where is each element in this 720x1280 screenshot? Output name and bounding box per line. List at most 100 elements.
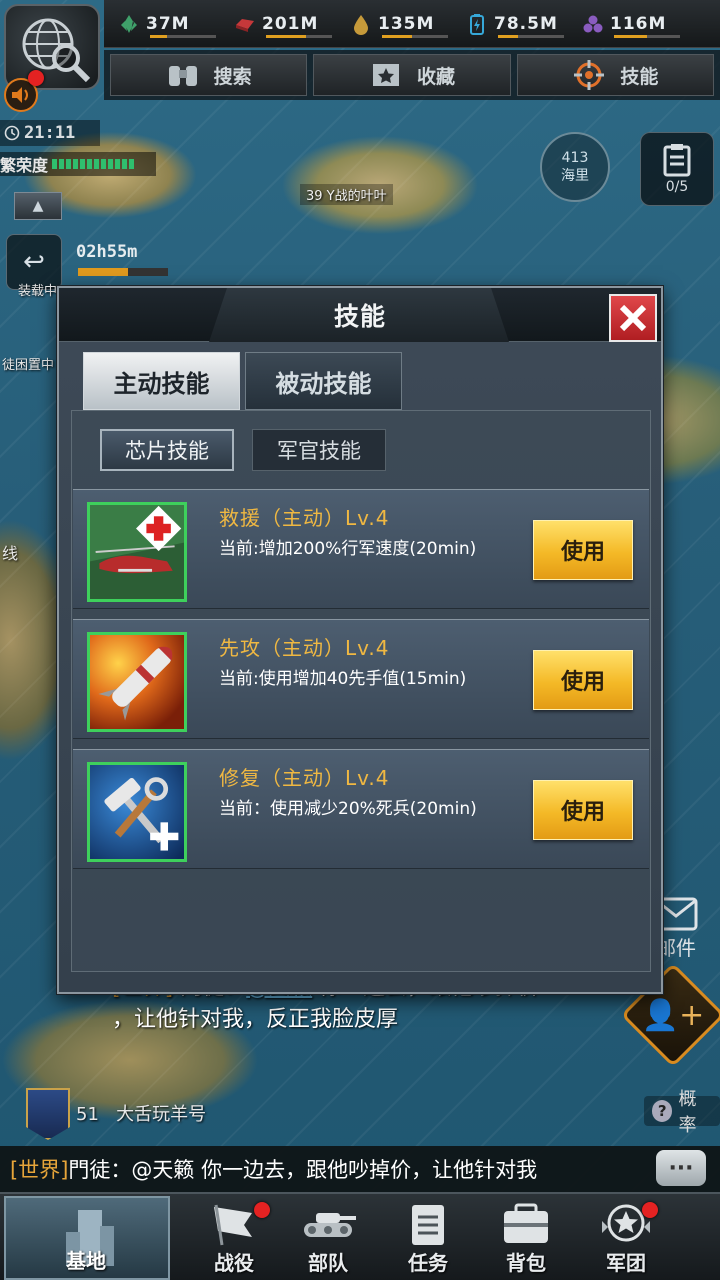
- notification-dot: [28, 70, 44, 86]
- distance-indicator[interactable]: 413 海里: [540, 132, 610, 202]
- oil-drop-icon: [354, 14, 368, 35]
- skill-description: 当前：使用减少20%死兵(20min): [219, 799, 477, 819]
- base-name: 大舌玩羊号: [116, 1104, 207, 1125]
- nav-tasks-label: 任务: [408, 1251, 448, 1275]
- favorite-button[interactable]: 收藏: [313, 54, 511, 96]
- distance-unit: 海里: [561, 168, 589, 184]
- nav-bag-label: 背包: [506, 1251, 546, 1275]
- notification-dot: [254, 1202, 270, 1218]
- resource-crystal[interactable]: 37M: [118, 4, 224, 44]
- crystal-icon: [121, 14, 137, 33]
- resource-value: 135M: [378, 13, 435, 34]
- resource-value: 201M: [262, 13, 319, 34]
- skill-name: 救援（主动）Lv.4: [219, 506, 390, 530]
- resource-fill-bar: [614, 34, 680, 38]
- nav-legion-label: 军团: [606, 1251, 646, 1275]
- skill-row-first-strike: 先攻（主动）Lv.4 当前:使用增加40先手值(15min) 使用: [73, 619, 649, 739]
- task-count: 0/5: [665, 179, 689, 195]
- chat-strip-text: 門徒：@天籁 你一边去，跟他吵掉价，让他针对我: [68, 1158, 538, 1182]
- clipboard-icon: [663, 144, 691, 177]
- resource-fill-bar: [498, 34, 564, 38]
- resource-metal[interactable]: 201M: [234, 4, 340, 44]
- tab-active-skills[interactable]: 主动技能: [83, 352, 240, 410]
- missile-icon: [87, 632, 187, 732]
- rare-element-icon: [583, 15, 603, 32]
- binoculars-icon: [168, 66, 197, 86]
- favorite-label: 收藏: [416, 65, 455, 88]
- question-icon: ?: [652, 1100, 673, 1122]
- subtab-officer-skills[interactable]: 军官技能: [252, 429, 386, 471]
- timer-text: 02h55m: [76, 242, 138, 262]
- nav-battle[interactable]: 战役: [184, 1196, 284, 1280]
- repair-tools-icon: [87, 762, 187, 862]
- clock-icon: [4, 125, 20, 141]
- resource-fill-bar: [382, 34, 448, 38]
- skill-label: 技能: [620, 65, 659, 88]
- resource-value: 78.5M: [494, 13, 558, 34]
- line-tag: 线: [2, 544, 19, 563]
- distance-value: 413: [561, 150, 589, 166]
- resource-rare[interactable]: 116M: [582, 4, 688, 44]
- skill-name: 修复（主动）Lv.4: [219, 766, 390, 790]
- chat-text-line2: ，让他针对我，反正我脸皮厚: [112, 1007, 399, 1032]
- use-skill-button[interactable]: 使用: [533, 520, 633, 580]
- skill-row-repair: 修复（主动）Lv.4 当前：使用减少20%死兵(20min) 使用: [73, 749, 649, 869]
- skill-dialog: 技能 主动技能 被动技能 芯片技能 军官技能 救援（主动）Lv.4 当前:增加2…: [57, 286, 663, 994]
- use-skill-button[interactable]: 使用: [533, 650, 633, 710]
- resource-fill-bar: [150, 34, 216, 38]
- base-name-label[interactable]: 51 大舌玩羊号: [76, 1100, 206, 1126]
- collapse-up-button[interactable]: ▲: [14, 192, 62, 220]
- tank-icon: [304, 1213, 356, 1237]
- clock-time: 21:11: [24, 123, 76, 143]
- close-icon: [619, 304, 647, 332]
- skill-description: 当前:增加200%行军速度(20min): [219, 539, 477, 559]
- top-action-bar: 搜索 收藏 技能: [104, 50, 720, 100]
- chat-strip[interactable]: [世界] 門徒：@天籁 你一边去，跟他吵掉价，让他针对我: [0, 1146, 720, 1192]
- island-label[interactable]: 39 Y战的叶叶: [300, 184, 393, 205]
- use-skill-button[interactable]: 使用: [533, 780, 633, 840]
- supply-tag: 装载中: [18, 284, 58, 299]
- resource-oil[interactable]: 135M: [350, 4, 456, 44]
- bookmark-star-icon: [372, 64, 399, 86]
- nav-troops-label: 部队: [308, 1251, 348, 1275]
- dialog-title: 技能: [333, 302, 386, 331]
- nav-base[interactable]: 基地: [4, 1196, 170, 1280]
- resource-value: 37M: [146, 13, 190, 34]
- task-list-button[interactable]: 0/5: [640, 132, 714, 206]
- probability-button[interactable]: ? 概率: [644, 1089, 720, 1136]
- search-button[interactable]: 搜索: [110, 54, 308, 96]
- nav-base-label: 基地: [66, 1249, 106, 1273]
- skill-description: 当前:使用增加40先手值(15min): [219, 669, 467, 689]
- skill-button[interactable]: 技能: [516, 54, 714, 96]
- skill-row-rescue: 救援（主动）Lv.4 当前:增加200%行军速度(20min) 使用: [73, 489, 649, 609]
- chat-open-button[interactable]: ···: [656, 1150, 706, 1186]
- resource-bar: 37M 201M 135M 78.5M 116M: [104, 0, 720, 48]
- nav-bag[interactable]: 背包: [476, 1196, 576, 1280]
- resource-value: 116M: [610, 13, 667, 34]
- notification-dot: [642, 1202, 658, 1218]
- sleep-tag: 徒困置中: [2, 358, 55, 373]
- task-clipboard-icon: [412, 1205, 444, 1245]
- battery-icon: [470, 13, 484, 35]
- nav-battle-label: 战役: [214, 1251, 254, 1275]
- nav-troops[interactable]: 部队: [278, 1196, 378, 1280]
- chat-bubble-icon: ···: [668, 1155, 694, 1181]
- nav-tasks[interactable]: 任务: [378, 1196, 478, 1280]
- rescue-helicopter-icon: [87, 502, 187, 602]
- game-clock: 21:11: [0, 120, 100, 146]
- crosshair-icon: [574, 60, 605, 90]
- skill-list-panel: 芯片技能 军官技能 救援（主动）Lv.4 当前:增加200%行军速度(20min…: [71, 410, 651, 972]
- backpack-icon: [504, 1203, 548, 1243]
- resource-energy[interactable]: 78.5M: [466, 4, 572, 44]
- prosperity-meter[interactable]: 繁荣度: [0, 152, 156, 176]
- bottom-nav: 基地 战役 部队 任务 背包 军团: [0, 1192, 720, 1280]
- probability-label: 概率: [678, 1089, 697, 1136]
- nav-legion[interactable]: 军团: [576, 1196, 676, 1280]
- subtab-chip-skills[interactable]: 芯片技能: [100, 429, 234, 471]
- tab-passive-skills[interactable]: 被动技能: [245, 352, 402, 410]
- prosperity-bars: [52, 159, 135, 169]
- base-level: 51: [76, 1104, 99, 1125]
- skill-name: 先攻（主动）Lv.4: [219, 636, 390, 660]
- close-button[interactable]: [609, 294, 657, 342]
- triangle-up-icon: ▲: [32, 198, 44, 214]
